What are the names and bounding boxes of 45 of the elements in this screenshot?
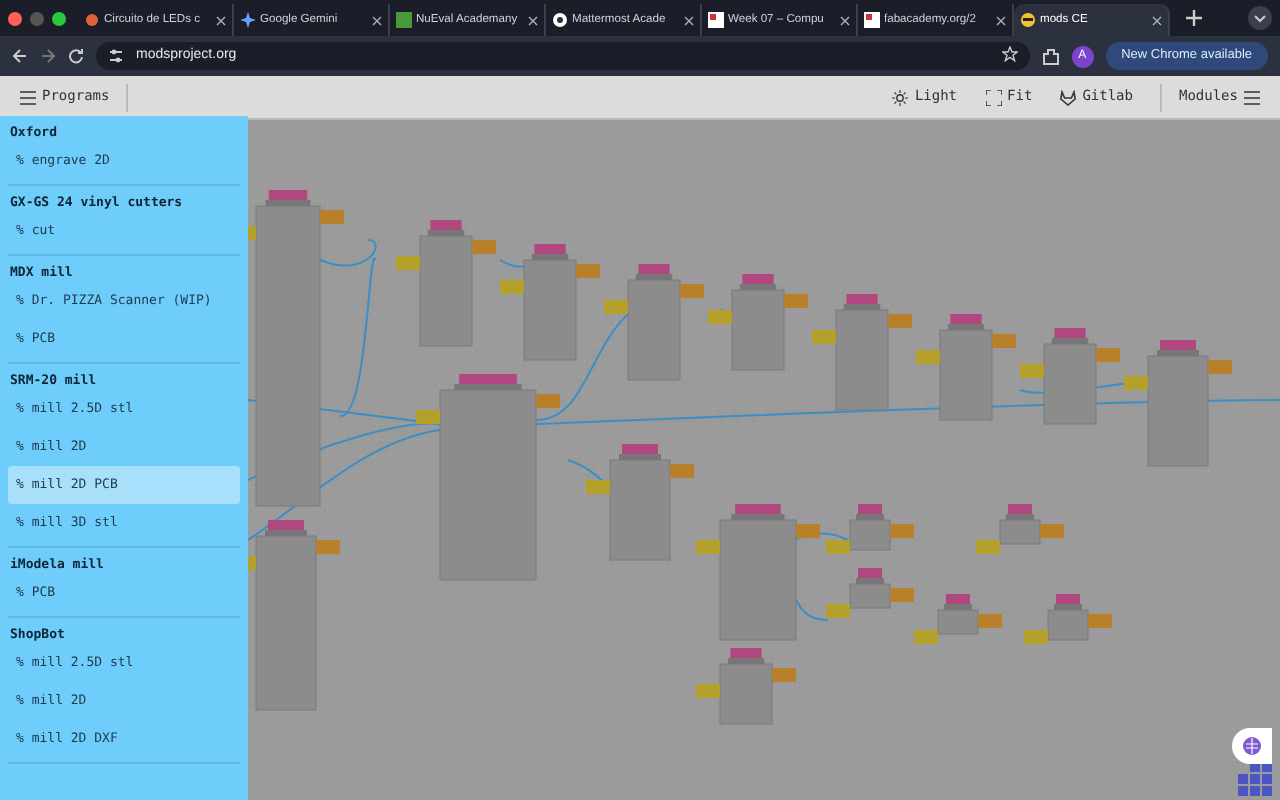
- module-node[interactable]: [976, 504, 1064, 554]
- module-node[interactable]: [500, 244, 600, 361]
- module-node[interactable]: [916, 314, 1016, 421]
- dropdown-icon[interactable]: [1248, 5, 1272, 30]
- module-node[interactable]: [914, 594, 1002, 644]
- new-tab-icon[interactable]: [1186, 9, 1202, 26]
- module-node[interactable]: [248, 190, 344, 507]
- gitlab-icon: [1060, 89, 1077, 105]
- module-node[interactable]: [396, 220, 496, 347]
- sparkle-icon: [240, 12, 256, 28]
- close-tab-icon[interactable]: [528, 15, 538, 25]
- fullscreen-icon: [985, 89, 1002, 105]
- circle-icon: [552, 12, 568, 28]
- module-node[interactable]: [708, 274, 808, 371]
- reload-icon[interactable]: [68, 48, 84, 64]
- back-icon[interactable]: [12, 48, 28, 64]
- module-node[interactable]: [604, 264, 704, 381]
- maximize-window-icon[interactable]: [52, 11, 66, 25]
- close-tab-icon[interactable]: [1152, 15, 1162, 25]
- extensions-icon[interactable]: [1041, 47, 1060, 65]
- module-node[interactable]: [826, 504, 914, 554]
- forward-icon[interactable]: [40, 48, 56, 64]
- module-node[interactable]: [812, 294, 912, 411]
- module-node[interactable]: [248, 520, 340, 711]
- close-tab-icon[interactable]: [996, 15, 1006, 25]
- menu-icon: [1244, 89, 1260, 105]
- star-icon[interactable]: [1001, 45, 1018, 62]
- module-node[interactable]: [1024, 594, 1112, 644]
- module-node[interactable]: [1020, 328, 1120, 425]
- module-node[interactable]: [586, 444, 694, 561]
- minimize-window-icon[interactable]: [30, 11, 44, 25]
- module-node[interactable]: [416, 374, 560, 581]
- close-tab-icon[interactable]: [684, 15, 694, 25]
- close-tab-icon[interactable]: [372, 15, 382, 25]
- close-window-icon[interactable]: [8, 11, 22, 25]
- close-tab-icon[interactable]: [840, 15, 850, 25]
- module-node[interactable]: [696, 648, 796, 725]
- module-node[interactable]: [1124, 340, 1232, 467]
- module-node[interactable]: [826, 568, 914, 618]
- assistant-button[interactable]: [1232, 728, 1272, 764]
- close-tab-icon[interactable]: [216, 15, 226, 25]
- site-settings-icon: [108, 48, 124, 64]
- menu-icon: [20, 89, 36, 105]
- square-icon: [396, 12, 412, 28]
- module-node[interactable]: [696, 504, 820, 641]
